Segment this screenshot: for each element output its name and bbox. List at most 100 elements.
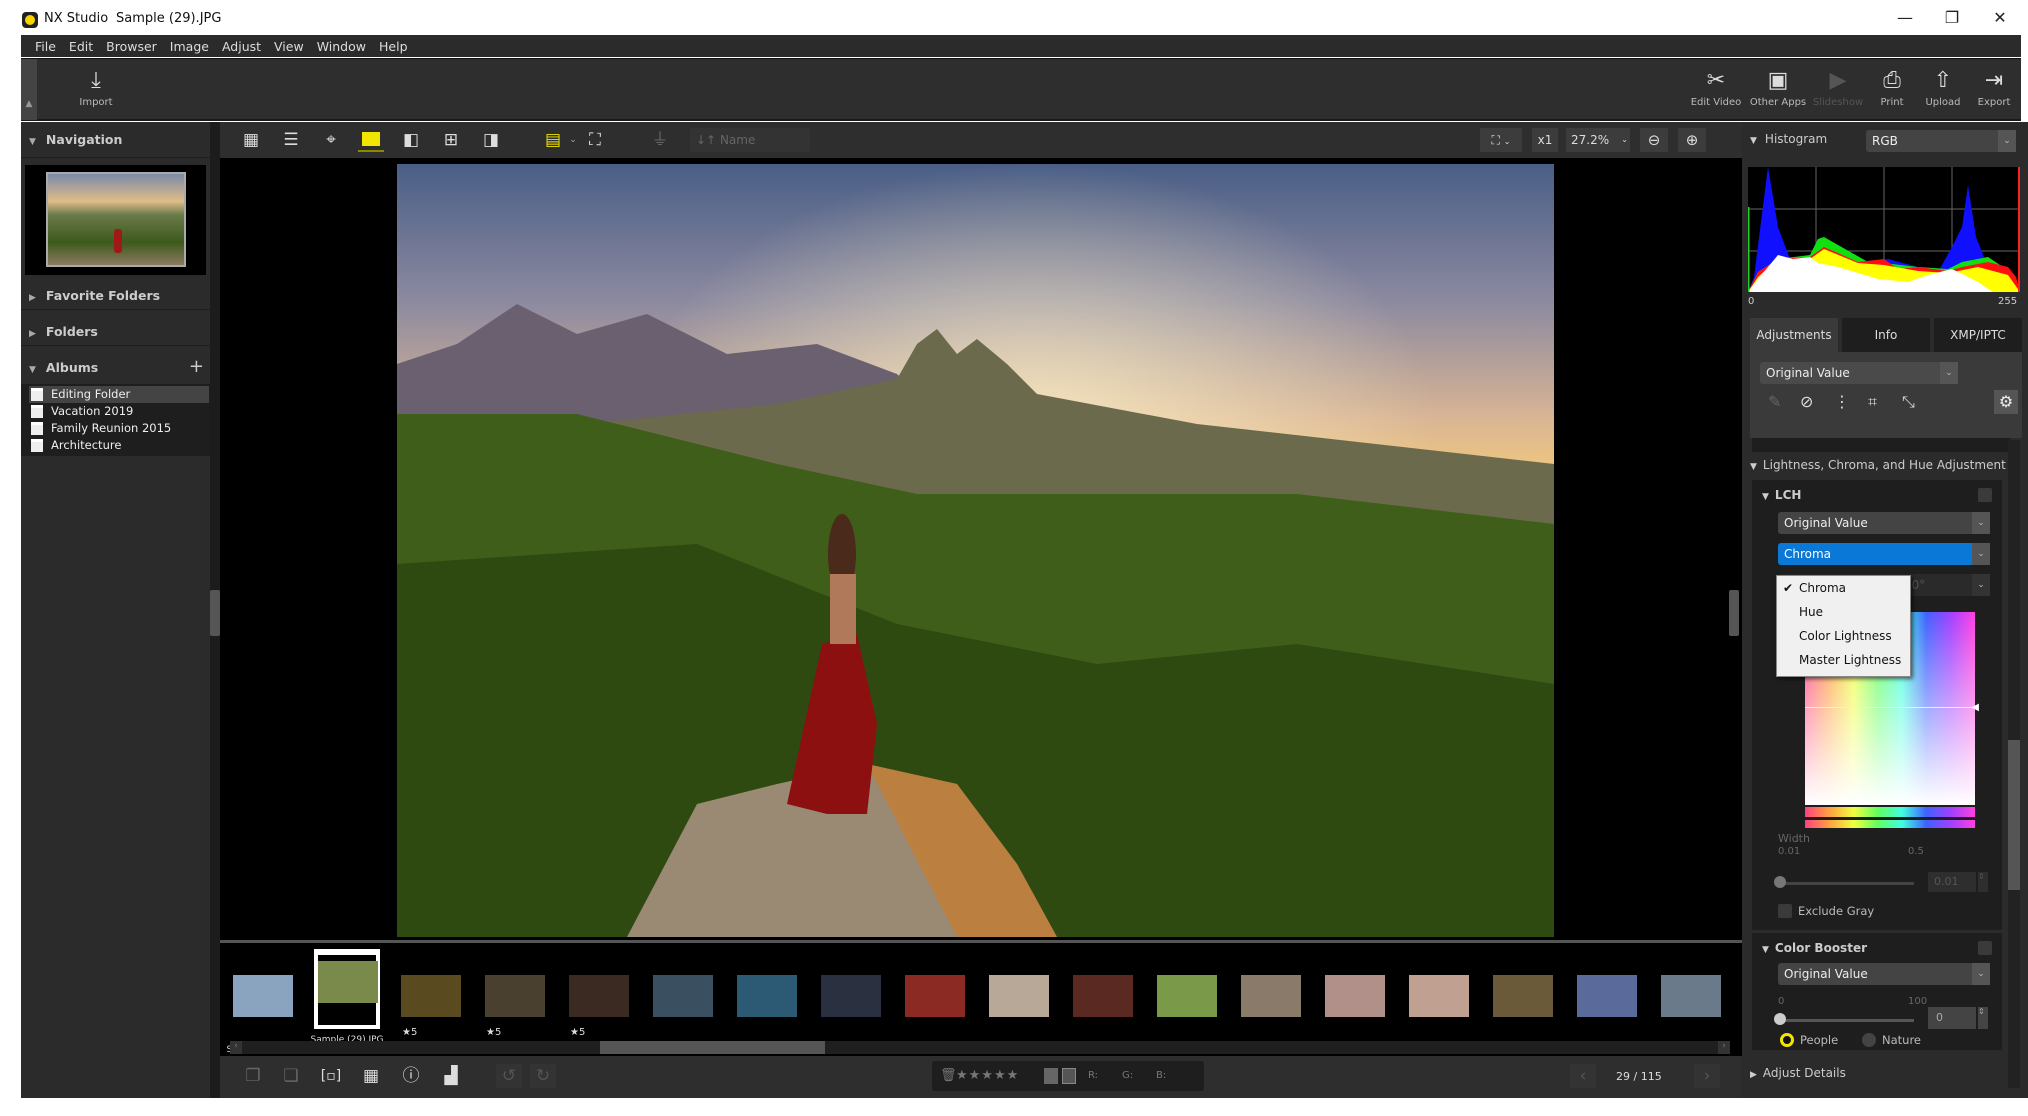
filmstrip-thumbnail[interactable]: ★5Sample (30).JPG — [395, 957, 468, 1055]
gear-icon[interactable]: ⚙ — [1994, 390, 2018, 414]
focus-point-icon[interactable]: [▫] — [318, 1064, 344, 1088]
grid-overlay-icon[interactable]: ▦ — [358, 1064, 384, 1088]
nature-radio[interactable] — [1862, 1033, 1876, 1047]
cb-slider-track[interactable] — [1778, 1019, 1914, 1022]
folders-header[interactable]: ▶ Folders — [21, 316, 210, 346]
menu-view[interactable]: View — [274, 39, 304, 54]
collapse-toolbar-button[interactable]: ▲ — [21, 59, 37, 120]
import-button[interactable]: ⤓ Import — [66, 65, 126, 108]
lch-section-header[interactable]: ▼ Lightness, Chroma, and Hue Adjustment — [1750, 458, 2006, 472]
exclude-gray-checkbox[interactable] — [1778, 904, 1792, 918]
filmstrip-thumbnail[interactable]: Sample (40).jpg — [1235, 957, 1307, 1055]
star-rating[interactable]: ★★★★★ — [956, 1061, 1019, 1091]
navigator-preview[interactable] — [25, 165, 206, 275]
preset-dropdown[interactable]: Original Value ⌄ — [1760, 362, 1958, 384]
previous-image-button[interactable]: ‹ — [1570, 1064, 1596, 1088]
lch-header[interactable]: ▼ LCH — [1762, 488, 1801, 502]
retouch-brush-icon[interactable]: ✎ — [1768, 392, 1781, 411]
other-apps-button[interactable]: ▣ Other Apps — [1748, 65, 1808, 108]
menu-file[interactable]: File — [35, 39, 56, 54]
spot-removal-icon[interactable]: ⊘ — [1800, 392, 1813, 411]
album-item[interactable]: Family Reunion 2015 — [29, 420, 209, 437]
trash-icon[interactable]: 🗑 — [940, 1061, 957, 1091]
preset-checkbox[interactable] — [1996, 366, 2010, 380]
full-screen-icon[interactable]: ⛶ — [582, 128, 608, 152]
adjust-details-header[interactable]: ▶ Adjust Details — [1750, 1066, 1846, 1080]
filmstrip-thumbnail[interactable]: Sample (28).JPG — [227, 957, 300, 1055]
width-slider-thumb[interactable] — [1774, 876, 1786, 888]
add-album-button[interactable]: + — [189, 356, 204, 377]
protect-icon[interactable] — [1044, 1068, 1058, 1084]
menu-image[interactable]: Image — [170, 39, 209, 54]
close-button[interactable]: ✕ — [1985, 8, 2015, 27]
filmstrip-thumbnail[interactable]: ★5Sample (32).JPG — [563, 957, 636, 1055]
cb-input[interactable]: 0 — [1928, 1007, 1976, 1029]
lch-mode-dropdown[interactable]: Chroma ⌄ — [1778, 543, 1990, 565]
filmstrip-thumbnail[interactable]: Sample (36).jpg — [899, 957, 971, 1055]
filmstrip-scrollbar[interactable]: ‹ › — [230, 1041, 1730, 1054]
filmstrip-thumbnail[interactable]: Sample (38).jpg — [1067, 957, 1139, 1055]
lch-checkbox[interactable] — [1978, 488, 1992, 502]
curve-line[interactable] — [1805, 707, 1975, 708]
filmstrip-thumbnail[interactable]: Sample (42).jpg — [1403, 957, 1475, 1055]
next-image-button[interactable]: › — [1694, 1064, 1720, 1088]
compare-two-icon[interactable]: ◧ — [398, 128, 424, 152]
color-booster-checkbox[interactable] — [1978, 941, 1992, 955]
slideshow-button[interactable]: ▶ Slideshow — [1808, 65, 1868, 108]
zoom-in-button[interactable]: ⊕ — [1678, 128, 1706, 152]
before-after-icon[interactable]: ◨ — [478, 128, 504, 152]
label-icon[interactable] — [1062, 1068, 1076, 1084]
left-panel-toggle-handle[interactable] — [210, 590, 220, 636]
restore-button[interactable]: ❐ — [1937, 8, 1967, 27]
menu-edit[interactable]: Edit — [69, 39, 93, 54]
minimize-button[interactable]: — — [1890, 8, 1920, 27]
filmstrip-thumbnail[interactable]: ★5Sample (31).JPG — [479, 957, 552, 1055]
rotate-right-icon[interactable]: ↻ — [530, 1064, 556, 1088]
curve-handle-icon[interactable]: ◀ — [1971, 702, 1979, 713]
people-radio[interactable] — [1780, 1033, 1794, 1047]
filmstrip-thumbnail[interactable]: Sample (45).jpg — [1655, 957, 1727, 1055]
album-item[interactable]: Architecture — [29, 437, 209, 454]
straighten-icon[interactable]: ⤡ — [1902, 392, 1915, 412]
filmstrip-scroll-thumb[interactable] — [600, 1041, 825, 1054]
lch-preset-dropdown[interactable]: Original Value ⌄ — [1778, 512, 1990, 534]
menu-option-hue[interactable]: Hue — [1777, 600, 1910, 624]
zoom-level-dropdown[interactable]: 27.2% ⌄ — [1566, 128, 1630, 152]
album-item[interactable]: Vacation 2019 — [29, 403, 209, 420]
list-view-icon[interactable]: ☰ — [278, 128, 304, 152]
zoom-out-button[interactable]: ⊖ — [1640, 128, 1668, 152]
navigation-header[interactable]: ▼ Navigation — [21, 122, 210, 158]
compare-four-icon[interactable]: ⊞ — [438, 128, 464, 152]
crop-icon[interactable]: ⌗ — [1868, 392, 1877, 412]
scroll-right-arrow-icon[interactable]: › — [1718, 1041, 1730, 1054]
albums-header[interactable]: ▼ Albums + — [21, 352, 210, 382]
filmstrip-thumbnail[interactable]: Sample (41).jpg — [1319, 957, 1391, 1055]
filmstrip-thumbnail[interactable]: Sample (35).jpg — [815, 957, 887, 1055]
left-splitter[interactable] — [210, 122, 220, 1098]
filmstrip-thumbnail[interactable]: Sample (33).jpg — [647, 957, 719, 1055]
tab-xmp-iptc[interactable]: XMP/IPTC — [1934, 318, 2022, 352]
menu-option-chroma[interactable]: ✔ Chroma — [1777, 576, 1910, 600]
right-panel-scroll-thumb[interactable] — [2008, 740, 2020, 890]
info-overlay-icon[interactable]: ⓘ — [398, 1064, 424, 1088]
zoom-100-button[interactable]: x1 — [1532, 128, 1558, 152]
width-input[interactable]: 0.01 — [1928, 872, 1976, 892]
histogram-channel-dropdown[interactable]: RGB ⌄ — [1866, 130, 2016, 152]
width-stepper[interactable]: ⇕ — [1978, 872, 1988, 892]
right-panel-toggle-handle[interactable] — [1729, 590, 1739, 636]
stack-icon[interactable]: ❐ — [240, 1064, 266, 1088]
thumbnail-grid-icon[interactable]: ▦ — [238, 128, 264, 152]
filmstrip-thumbnail[interactable]: Sample (37).jpg — [983, 957, 1055, 1055]
filmstrip-thumbnail[interactable]: Sample (34).jpg — [731, 957, 803, 1055]
menu-browser[interactable]: Browser — [106, 39, 157, 54]
tab-info[interactable]: Info — [1842, 318, 1930, 352]
fit-screen-dropdown[interactable]: ⛶ ⌄ — [1480, 128, 1522, 152]
filmstrip-thumbnail[interactable]: Sample (39).jpg — [1151, 957, 1223, 1055]
tab-adjustments[interactable]: Adjustments — [1750, 318, 1838, 352]
menu-help[interactable]: Help — [379, 39, 408, 54]
scroll-left-arrow-icon[interactable]: ‹ — [230, 1041, 242, 1054]
color-booster-header[interactable]: ▼ Color Booster — [1762, 941, 1867, 955]
edit-video-button[interactable]: ✂ Edit Video — [1686, 65, 1746, 108]
filmstrip-thumbnail[interactable]: Sample (44).jpg — [1571, 957, 1643, 1055]
sort-dropdown[interactable]: ↓↑ Name — [690, 128, 810, 152]
